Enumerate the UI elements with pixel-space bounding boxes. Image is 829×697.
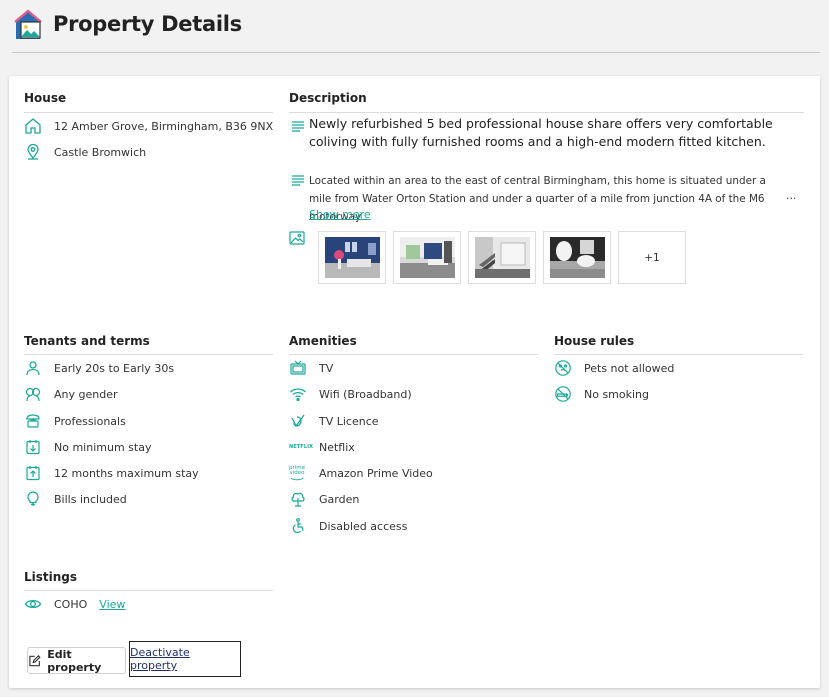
edit-property-button[interactable]: Edit property <box>27 647 126 674</box>
listing-name: COHO <box>54 597 88 611</box>
tenants-divider <box>24 354 273 355</box>
show-more-link[interactable]: Show more <box>309 208 371 221</box>
photo-thumbnail-3[interactable] <box>468 231 536 284</box>
tenants-bills-row: Bills included <box>24 489 127 509</box>
lightbulb-icon <box>24 490 42 508</box>
tenants-min-stay-row: No minimum stay <box>24 437 151 457</box>
tenants-profession: Professionals <box>54 414 126 428</box>
amenity-netflix-row: NETFLIX Netflix <box>289 437 355 457</box>
house-area-row: Castle Bromwich <box>24 142 146 162</box>
tenants-max-stay-row: 12 months maximum stay <box>24 463 199 483</box>
amenity-tv-licence-row: TV Licence <box>289 411 379 431</box>
text-lines-icon <box>289 117 307 135</box>
amenities-divider <box>289 354 538 355</box>
prime-video-icon: prime video <box>289 464 307 482</box>
tenants-bills: Bills included <box>54 492 127 506</box>
tenants-gender-row: Any gender <box>24 384 118 404</box>
rule-smoking-row: No smoking <box>554 384 649 404</box>
listings-section-title: Listings <box>24 570 78 584</box>
text-lines-icon <box>289 171 307 189</box>
amenity-garden: Garden <box>319 492 360 506</box>
amenity-tv-row: TV <box>289 358 333 378</box>
netflix-icon: NETFLIX <box>289 444 314 450</box>
calendar-down-icon <box>24 438 42 456</box>
calendar-up-icon <box>24 464 42 482</box>
listings-divider <box>24 590 273 591</box>
amenity-disabled: Disabled access <box>319 519 408 533</box>
amenity-prime-row: prime video Amazon Prime Video <box>289 463 433 483</box>
photo-kitchen <box>400 237 455 278</box>
tenants-age-row: Early 20s to Early 30s <box>24 358 174 378</box>
rule-smoking: No smoking <box>584 387 650 401</box>
rule-pets: Pets not allowed <box>584 361 675 375</box>
house-address-row: 12 Amber Grove, Birmingham, B36 9NX <box>24 116 273 136</box>
no-smoking-icon <box>554 385 572 403</box>
header-divider <box>12 52 820 53</box>
image-icon <box>288 229 306 247</box>
page-header: Property Details <box>0 0 829 54</box>
more-photos-button[interactable]: +1 <box>618 231 686 284</box>
eye-icon <box>24 595 42 613</box>
rules-divider <box>554 354 803 355</box>
photo-living-room <box>325 237 380 278</box>
amenity-tv: TV <box>319 361 334 375</box>
photo-dining-area <box>550 237 605 278</box>
listing-row: COHO View <box>24 594 125 614</box>
description-divider <box>289 112 804 113</box>
house-area: Castle Bromwich <box>54 145 147 159</box>
tenants-section-title: Tenants and terms <box>24 334 150 348</box>
no-pets-icon <box>554 359 572 377</box>
wifi-icon <box>289 385 307 403</box>
tenants-max-stay: 12 months maximum stay <box>54 466 199 480</box>
tenants-age: Early 20s to Early 30s <box>54 361 175 375</box>
tree-icon <box>289 490 307 508</box>
rules-section-title: House rules <box>554 334 635 348</box>
amenity-prime: Amazon Prime Video <box>319 466 433 480</box>
amenity-garden-row: Garden <box>289 489 359 509</box>
photo-thumbnail-2[interactable] <box>393 231 461 284</box>
home-icon <box>24 117 42 135</box>
accessibility-icon <box>289 517 307 535</box>
description-section-title: Description <box>289 91 367 105</box>
rule-pets-row: Pets not allowed <box>554 358 674 378</box>
tenants-min-stay: No minimum stay <box>54 440 152 454</box>
tenants-profession-row: Professionals <box>24 411 126 431</box>
tenants-gender: Any gender <box>54 387 118 401</box>
house-section-title: House <box>24 91 67 105</box>
amenity-wifi-row: Wifi (Broadband) <box>289 384 412 404</box>
listing-view-link[interactable]: View <box>99 598 125 611</box>
description-summary: Newly refurbished 5 bed professional hou… <box>309 116 773 149</box>
amenities-section-title: Amenities <box>289 334 357 348</box>
location-pin-icon <box>24 143 42 161</box>
photo-thumbnail-4[interactable] <box>543 231 611 284</box>
edit-icon <box>29 654 41 666</box>
property-card: House 12 Amber Grove, Birmingham, B36 9N… <box>9 76 820 688</box>
photo-thumbnail-1[interactable] <box>318 231 386 284</box>
tv-icon <box>289 359 307 377</box>
photo-hallway <box>475 237 530 278</box>
description-ellipsis: ... <box>786 189 797 202</box>
house-divider <box>24 112 273 113</box>
property-logo-icon <box>12 9 44 41</box>
amenity-netflix: Netflix <box>319 440 355 454</box>
amenity-wifi: Wifi (Broadband) <box>319 387 412 401</box>
page-title: Property Details <box>53 12 242 36</box>
house-address: 12 Amber Grove, Birmingham, B36 9NX <box>54 119 274 133</box>
tv-licence-icon <box>289 412 307 430</box>
person-icon <box>24 359 42 377</box>
edit-property-label: Edit property <box>47 647 102 674</box>
amenity-disabled-row: Disabled access <box>289 516 407 536</box>
gender-icon <box>24 385 42 403</box>
deactivate-property-button[interactable]: Deactivate property <box>129 641 241 677</box>
description-detail: Located within an area to the east of ce… <box>309 175 766 223</box>
briefcase-icon <box>24 412 42 430</box>
amenity-tv-licence: TV Licence <box>319 414 379 428</box>
